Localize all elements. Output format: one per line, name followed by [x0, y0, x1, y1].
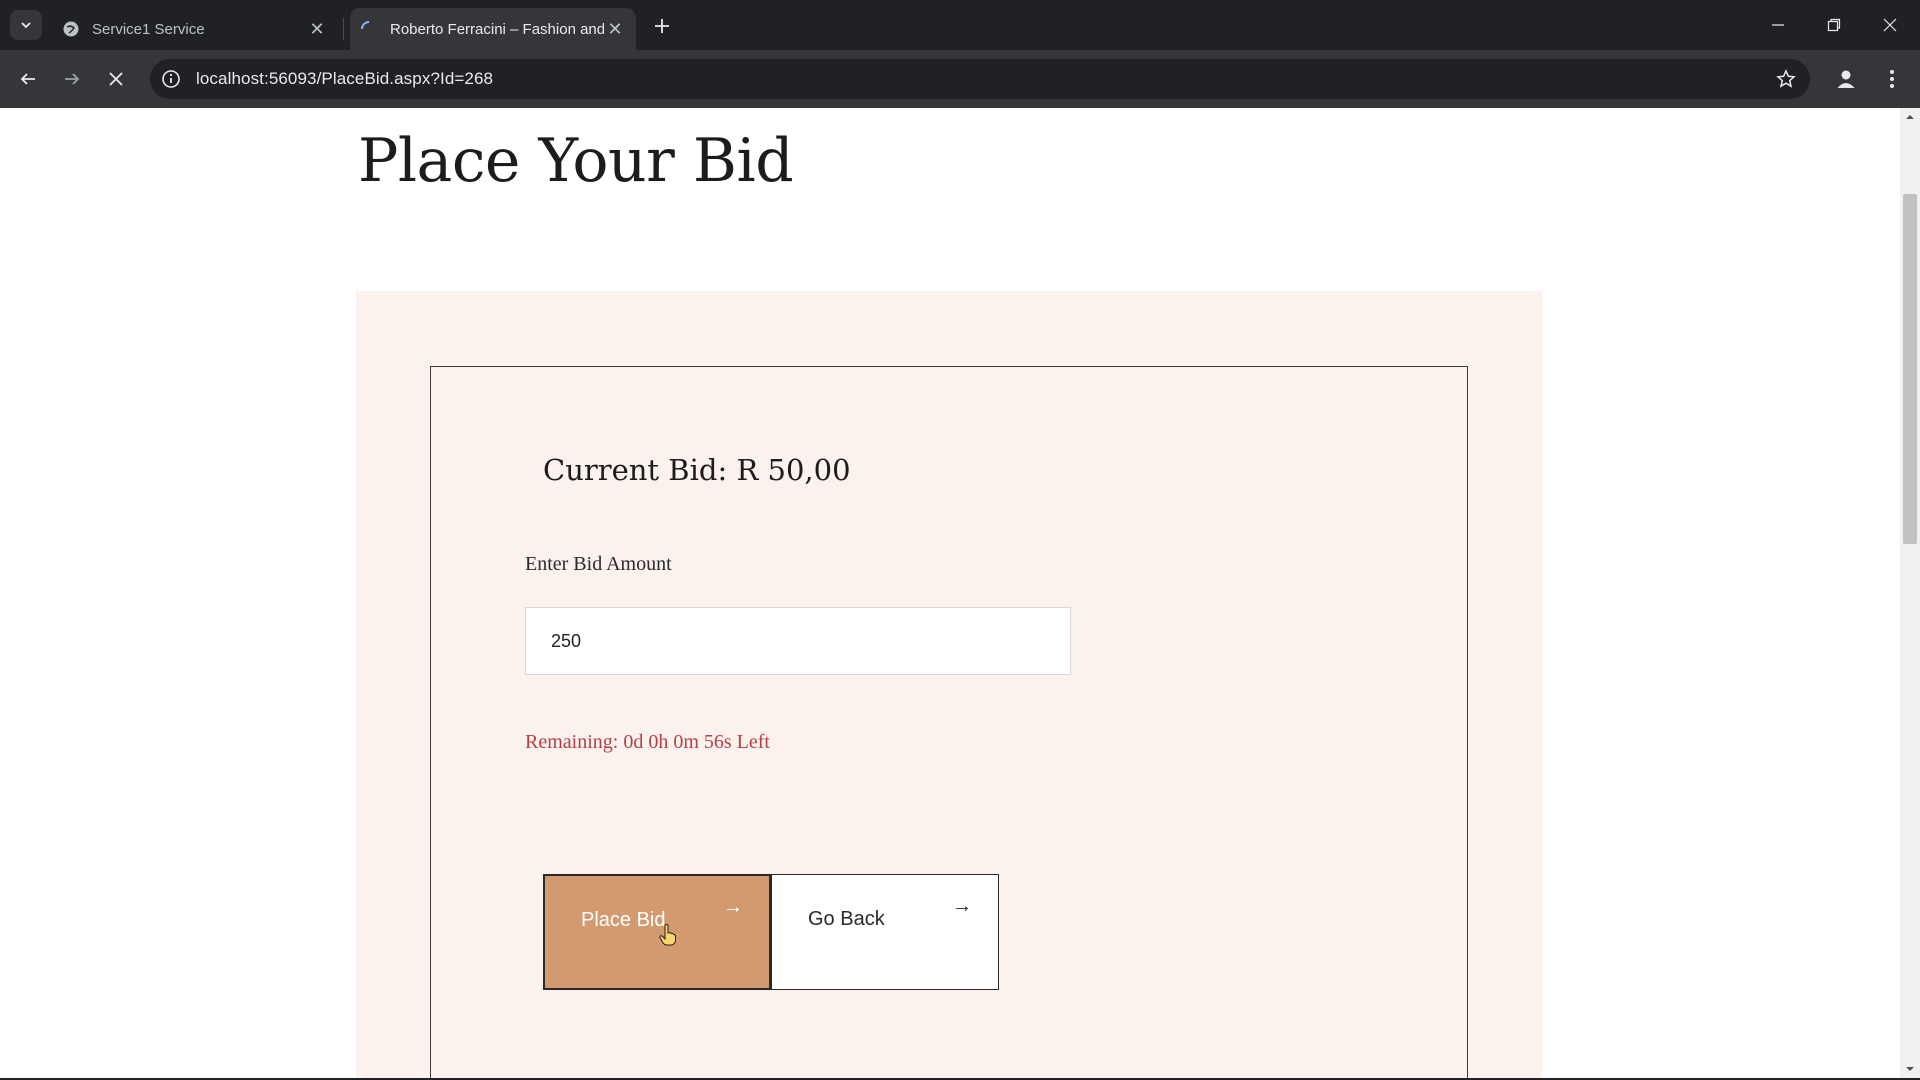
arrow-left-icon [20, 73, 35, 85]
bid-amount-label: Enter Bid Amount [525, 553, 672, 575]
current-bid-text: Current Bid: R 50,00 [543, 453, 851, 487]
forward-button[interactable] [56, 63, 88, 95]
go-back-button[interactable]: Go Back → [771, 874, 999, 990]
bid-amount-input[interactable] [525, 607, 1071, 675]
site-info-icon[interactable] [160, 68, 182, 90]
tab-separator [343, 18, 344, 40]
browser-toolbar: localhost:56093/PlaceBid.aspx?Id=268 [0, 50, 1920, 108]
page-title: Place Your Bid [358, 126, 794, 196]
vertical-scrollbar[interactable] [1900, 108, 1920, 1078]
page-viewport: Place Your Bid Current Bid: R 50,00 Ente… [0, 108, 1900, 1078]
tab-search-button[interactable] [10, 10, 42, 40]
loading-spinner-icon [360, 20, 378, 38]
time-remaining-text: Remaining: 0d 0h 0m 56s Left [525, 731, 770, 753]
close-icon [1883, 18, 1897, 32]
go-back-label: Go Back [808, 908, 885, 930]
hand-pointer-cursor-icon [659, 924, 676, 946]
scroll-up-arrow-icon[interactable] [1900, 108, 1920, 126]
place-bid-label: Place Bid [581, 909, 666, 931]
minimize-button[interactable] [1750, 0, 1806, 50]
chevron-down-icon [21, 22, 31, 29]
tab-roberto-ferracini[interactable]: Roberto Ferracini – Fashion and ✕ [350, 8, 636, 50]
profile-icon [1837, 70, 1855, 88]
tab-title: Service1 Service [92, 20, 205, 38]
profile-button[interactable] [1830, 63, 1862, 95]
bid-panel: Current Bid: R 50,00 Enter Bid Amount Re… [356, 291, 1542, 1078]
tab-close-icon[interactable]: ✕ [604, 18, 626, 40]
restore-icon [1827, 18, 1841, 32]
back-button[interactable] [12, 63, 44, 95]
scroll-down-arrow-icon[interactable] [1900, 1060, 1920, 1078]
close-window-button[interactable] [1862, 0, 1918, 50]
browser-menu-button[interactable] [1876, 63, 1908, 95]
arrow-right-icon: → [723, 896, 743, 918]
address-bar[interactable]: localhost:56093/PlaceBid.aspx?Id=268 [150, 59, 1810, 99]
new-tab-button[interactable] [648, 12, 676, 40]
close-icon [109, 72, 123, 86]
globe-icon [62, 20, 80, 38]
arrow-right-icon [65, 73, 80, 85]
url-text: localhost:56093/PlaceBid.aspx?Id=268 [196, 69, 494, 88]
tab-close-icon[interactable]: ✕ [306, 18, 328, 40]
minimize-icon [1772, 24, 1784, 26]
scrollbar-thumb[interactable] [1903, 194, 1917, 544]
tab-service1[interactable]: Service1 Service ✕ [52, 8, 338, 50]
stop-loading-button[interactable] [100, 63, 132, 95]
tab-title: Roberto Ferracini – Fashion and [390, 20, 604, 38]
restore-button[interactable] [1806, 0, 1862, 50]
plus-icon [655, 19, 669, 33]
bookmark-star-icon[interactable] [1774, 67, 1798, 91]
tab-strip: Service1 Service ✕ Roberto Ferracini – F… [0, 0, 1920, 50]
place-bid-button[interactable]: Place Bid → [543, 874, 771, 990]
arrow-right-icon: → [952, 895, 972, 917]
bid-form-box: Current Bid: R 50,00 Enter Bid Amount Re… [430, 366, 1468, 1078]
more-vert-icon [1890, 70, 1894, 88]
